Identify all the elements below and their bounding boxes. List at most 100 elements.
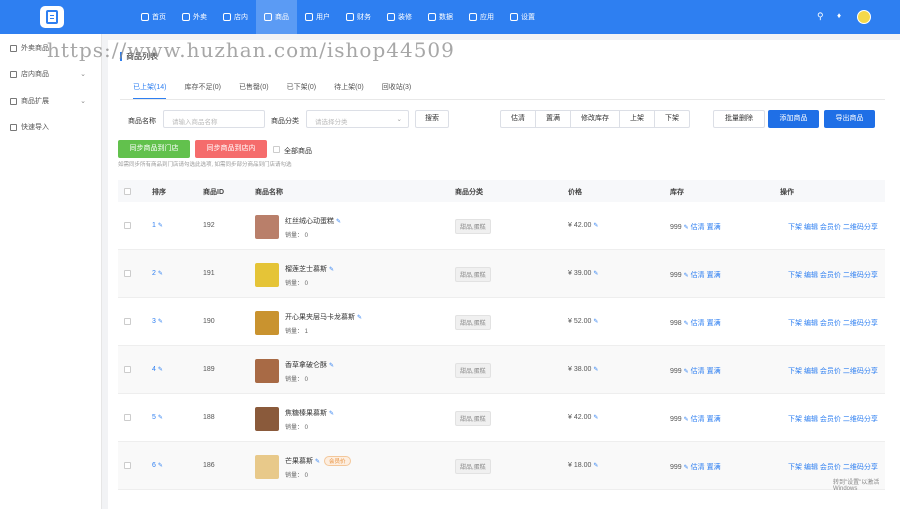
- row-checkbox[interactable]: [124, 222, 131, 229]
- tab-3[interactable]: 已下架(0): [287, 82, 317, 99]
- batch-delete-button[interactable]: 批量删除: [713, 110, 765, 128]
- edit-icon[interactable]: ✎: [593, 223, 598, 229]
- row-checkbox[interactable]: [124, 414, 131, 421]
- bell-icon[interactable]: ♦: [837, 11, 841, 20]
- edit-icon[interactable]: ✎: [336, 219, 341, 225]
- edit-link[interactable]: 编辑: [804, 368, 818, 375]
- edit-icon[interactable]: ✎: [158, 319, 163, 325]
- nav-item-data[interactable]: 数据: [420, 0, 461, 34]
- sort-cell[interactable]: 1 ✎: [152, 222, 163, 229]
- qr-share-link[interactable]: 二维码分享: [843, 464, 878, 471]
- search-icon[interactable]: ⚲: [817, 11, 824, 22]
- row-checkbox[interactable]: [124, 366, 131, 373]
- restock-link[interactable]: 置满: [707, 272, 721, 279]
- unlist-link[interactable]: 下架: [788, 272, 802, 279]
- row-checkbox[interactable]: [124, 462, 131, 469]
- nav-item-settings[interactable]: 设置: [502, 0, 543, 34]
- tab-5[interactable]: 回收站(3): [382, 82, 412, 99]
- qr-share-link[interactable]: 二维码分享: [843, 320, 878, 327]
- unlist-link[interactable]: 下架: [788, 320, 802, 327]
- sold-out-link[interactable]: 估清: [691, 416, 705, 423]
- tab-1[interactable]: 库存不足(0): [184, 82, 221, 99]
- nav-item-takeout[interactable]: 外卖: [174, 0, 215, 34]
- edit-icon[interactable]: ✎: [593, 415, 598, 421]
- restock-link[interactable]: 置满: [707, 464, 721, 471]
- nav-item-home[interactable]: 首页: [133, 0, 174, 34]
- restock-link[interactable]: 置满: [707, 416, 721, 423]
- header-checkbox[interactable]: [124, 188, 131, 195]
- sidebar-item-quick-import[interactable]: 快速导入: [10, 122, 90, 132]
- search-button[interactable]: 搜索: [415, 110, 449, 128]
- edit-icon[interactable]: ✎: [593, 271, 598, 277]
- nav-item-store[interactable]: 店内: [215, 0, 256, 34]
- edit-icon[interactable]: ✎: [329, 267, 334, 273]
- vip-price-link[interactable]: 会员价: [820, 416, 841, 423]
- vip-price-link[interactable]: 会员价: [820, 368, 841, 375]
- sidebar-item-store-goods[interactable]: 店内商品 ⌄: [10, 69, 90, 79]
- restock-link[interactable]: 置满: [707, 320, 721, 327]
- nav-item-decorate[interactable]: 装修: [379, 0, 420, 34]
- qr-share-link[interactable]: 二维码分享: [843, 416, 878, 423]
- batch-action-button[interactable]: 置满: [536, 111, 571, 127]
- sort-cell[interactable]: 5 ✎: [152, 414, 163, 421]
- sync-to-store-button[interactable]: 同步商品到门店: [118, 140, 190, 158]
- edit-icon[interactable]: ✎: [158, 415, 163, 421]
- qr-share-link[interactable]: 二维码分享: [843, 272, 878, 279]
- edit-icon[interactable]: ✎: [315, 459, 320, 465]
- edit-icon[interactable]: ✎: [158, 367, 163, 373]
- edit-icon[interactable]: ✎: [684, 417, 689, 423]
- row-checkbox[interactable]: [124, 318, 131, 325]
- edit-link[interactable]: 编辑: [804, 224, 818, 231]
- sidebar-item-goods-extension[interactable]: 商品扩展 ⌄: [10, 96, 90, 106]
- vip-price-link[interactable]: 会员价: [820, 224, 841, 231]
- edit-icon[interactable]: ✎: [684, 225, 689, 231]
- edit-icon[interactable]: ✎: [593, 367, 598, 373]
- goods-category-select[interactable]: 请选择分类 ⌄: [306, 110, 409, 128]
- edit-icon[interactable]: ✎: [158, 463, 163, 469]
- edit-icon[interactable]: ✎: [357, 315, 362, 321]
- sold-out-link[interactable]: 估清: [691, 272, 705, 279]
- sort-cell[interactable]: 2 ✎: [152, 270, 163, 277]
- add-goods-button[interactable]: 添加商品: [768, 110, 819, 128]
- batch-action-button[interactable]: 上架: [620, 111, 655, 127]
- vip-price-link[interactable]: 会员价: [820, 272, 841, 279]
- edit-icon[interactable]: ✎: [158, 223, 163, 229]
- sidebar-item-takeout-goods[interactable]: 外卖商品: [10, 43, 90, 53]
- unlist-link[interactable]: 下架: [788, 368, 802, 375]
- restock-link[interactable]: 置满: [707, 368, 721, 375]
- edit-icon[interactable]: ✎: [684, 465, 689, 471]
- edit-icon[interactable]: ✎: [329, 363, 334, 369]
- avatar[interactable]: [857, 10, 871, 24]
- tab-2[interactable]: 已售罄(0): [239, 82, 269, 99]
- nav-item-user[interactable]: 用户: [297, 0, 338, 34]
- nav-item-apps[interactable]: 应用: [461, 0, 502, 34]
- goods-name-input[interactable]: 请输入商品名称: [163, 110, 265, 128]
- nav-item-goods[interactable]: 商品: [256, 0, 297, 34]
- batch-action-button[interactable]: 估清: [501, 111, 536, 127]
- edit-icon[interactable]: ✎: [684, 321, 689, 327]
- sold-out-link[interactable]: 估清: [691, 368, 705, 375]
- nav-item-finance[interactable]: 财务: [338, 0, 379, 34]
- tab-4[interactable]: 待上架(0): [334, 82, 364, 99]
- qr-share-link[interactable]: 二维码分享: [843, 224, 878, 231]
- export-goods-button[interactable]: 导出商品: [824, 110, 875, 128]
- sold-out-link[interactable]: 估清: [691, 224, 705, 231]
- app-logo[interactable]: [40, 6, 64, 28]
- sort-cell[interactable]: 6 ✎: [152, 462, 163, 469]
- edit-icon[interactable]: ✎: [329, 411, 334, 417]
- edit-link[interactable]: 编辑: [804, 464, 818, 471]
- row-checkbox[interactable]: [124, 270, 131, 277]
- sold-out-link[interactable]: 估清: [691, 464, 705, 471]
- edit-link[interactable]: 编辑: [804, 416, 818, 423]
- vip-price-link[interactable]: 会员价: [820, 320, 841, 327]
- edit-icon[interactable]: ✎: [593, 463, 598, 469]
- qr-share-link[interactable]: 二维码分享: [843, 368, 878, 375]
- edit-icon[interactable]: ✎: [684, 273, 689, 279]
- edit-icon[interactable]: ✎: [593, 319, 598, 325]
- unlist-link[interactable]: 下架: [788, 416, 802, 423]
- sort-cell[interactable]: 3 ✎: [152, 318, 163, 325]
- batch-action-button[interactable]: 下架: [655, 111, 689, 127]
- vip-price-link[interactable]: 会员价: [820, 464, 841, 471]
- batch-action-button[interactable]: 修改库存: [571, 111, 620, 127]
- restock-link[interactable]: 置满: [707, 224, 721, 231]
